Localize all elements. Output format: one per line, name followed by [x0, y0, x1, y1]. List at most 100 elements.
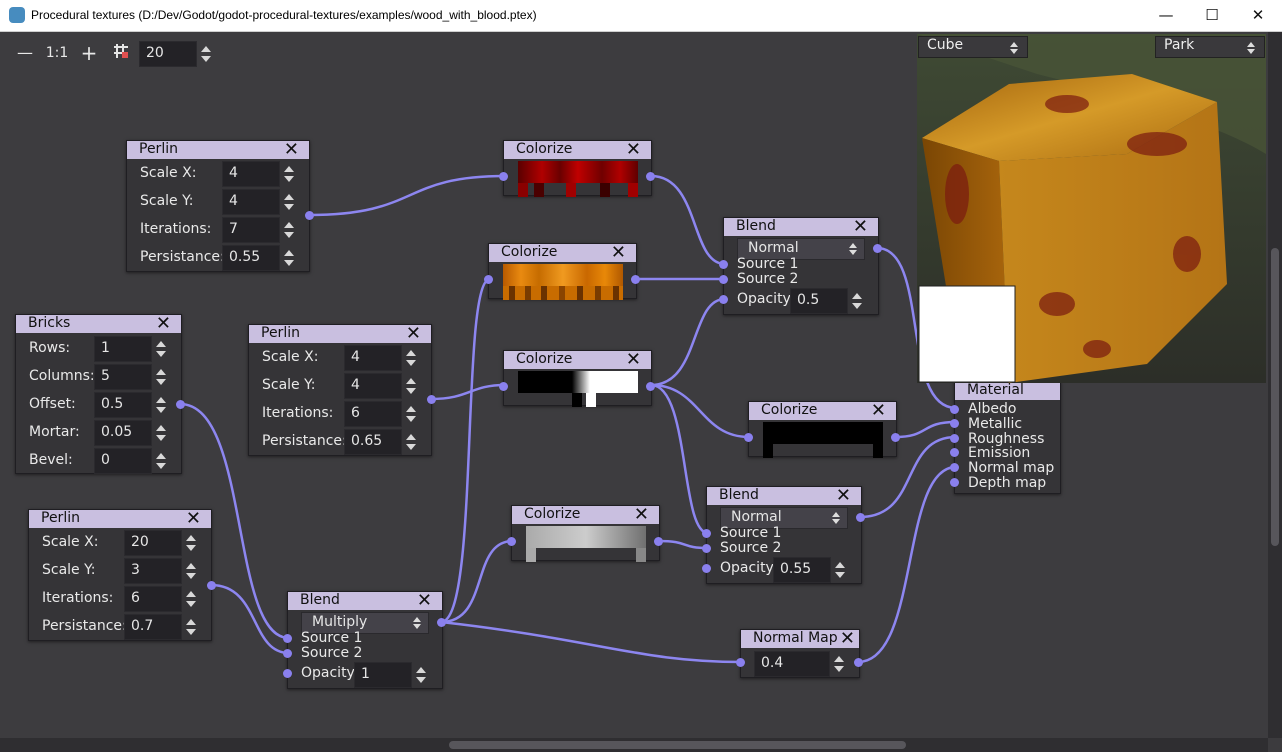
- input-port[interactable]: [719, 260, 728, 269]
- node-header[interactable]: Material: [955, 382, 1060, 400]
- input-port[interactable]: [719, 295, 728, 304]
- input-port[interactable]: [702, 564, 711, 573]
- input-port[interactable]: [744, 433, 753, 442]
- spin-arrows-icon[interactable]: [405, 374, 417, 398]
- node-bricks[interactable]: Bricks ✕ Rows: 1 Columns: 5 Offset: 0.5 M…: [15, 313, 185, 474]
- node-perlin-1[interactable]: Perlin ✕ Scale X: 4 Scale Y: 4 Iterations…: [126, 139, 314, 272]
- input-port[interactable]: [507, 537, 516, 546]
- node-header[interactable]: Bricks ✕: [16, 313, 181, 334]
- node-header[interactable]: Colorize ✕: [504, 139, 651, 160]
- input-port[interactable]: [484, 275, 493, 284]
- persistance-spinbox[interactable]: 0.7: [124, 614, 196, 640]
- output-port[interactable]: [873, 244, 882, 253]
- input-port[interactable]: [283, 649, 292, 658]
- horizontal-scrollbar[interactable]: [0, 738, 1268, 752]
- output-port[interactable]: [176, 400, 185, 409]
- close-node-icon[interactable]: ✕: [853, 216, 868, 237]
- node-colorize-1[interactable]: Colorize ✕: [499, 139, 655, 197]
- node-header[interactable]: Colorize ✕: [749, 400, 896, 421]
- spin-arrows-icon[interactable]: [851, 289, 863, 313]
- output-port[interactable]: [305, 211, 314, 220]
- scale-y-spinbox[interactable]: 3: [124, 558, 196, 584]
- input-port[interactable]: [499, 382, 508, 391]
- node-header[interactable]: Blend ✕: [724, 216, 878, 237]
- output-port[interactable]: [654, 537, 663, 546]
- input-port[interactable]: [702, 544, 711, 553]
- node-colorize-3[interactable]: Colorize ✕: [499, 349, 655, 407]
- spin-arrows-icon[interactable]: [405, 346, 417, 370]
- scale-x-spinbox[interactable]: 4: [222, 161, 294, 187]
- preview-environment-select[interactable]: Park: [1155, 36, 1265, 58]
- spin-arrows-icon[interactable]: [834, 558, 846, 582]
- node-material[interactable]: Material Albedo Metallic Roughness Emiss…: [950, 381, 1061, 494]
- columns-spinbox[interactable]: 5: [94, 364, 166, 390]
- spin-arrows-icon[interactable]: [405, 430, 417, 454]
- persistance-spinbox[interactable]: 0.55: [222, 245, 294, 271]
- output-port[interactable]: [427, 395, 436, 404]
- rows-spinbox[interactable]: 1: [94, 336, 166, 362]
- input-port[interactable]: [499, 172, 508, 181]
- persistance-spinbox[interactable]: 0.65: [344, 429, 416, 455]
- scale-y-spinbox[interactable]: 4: [344, 373, 416, 399]
- zoom-reset-button[interactable]: 1:1: [45, 42, 69, 64]
- close-node-icon[interactable]: ✕: [840, 628, 855, 649]
- iterations-spinbox[interactable]: 6: [344, 401, 416, 427]
- node-header[interactable]: Colorize ✕: [512, 504, 659, 525]
- input-port[interactable]: [283, 669, 292, 678]
- spin-arrows-icon[interactable]: [155, 449, 167, 473]
- close-node-icon[interactable]: ✕: [634, 504, 649, 525]
- node-header[interactable]: Blend ✕: [288, 590, 442, 611]
- input-port[interactable]: [950, 478, 959, 487]
- mortar-spinbox[interactable]: 0.05: [94, 420, 166, 446]
- close-node-icon[interactable]: ✕: [626, 349, 641, 370]
- snap-distance-spinbox[interactable]: 20: [139, 41, 211, 67]
- input-port[interactable]: [950, 448, 959, 457]
- node-header[interactable]: Perlin ✕: [127, 139, 309, 160]
- spin-arrows-icon[interactable]: [283, 218, 295, 242]
- output-port[interactable]: [854, 658, 863, 667]
- zoom-in-button[interactable]: +: [77, 42, 101, 64]
- node-colorize-2[interactable]: Colorize ✕: [484, 242, 640, 300]
- scale-x-spinbox[interactable]: 20: [124, 530, 196, 556]
- horizontal-scroll-thumb[interactable]: [449, 741, 906, 749]
- spin-arrows-icon[interactable]: [185, 559, 197, 583]
- snap-grid-icon[interactable]: [109, 42, 133, 64]
- node-blend-2[interactable]: Blend ✕ Normal Source 1 Source 2 Opacity …: [702, 485, 865, 584]
- node-perlin-2[interactable]: Perlin ✕ Scale X: 4 Scale Y: 4 Iterations…: [248, 323, 436, 456]
- close-node-icon[interactable]: ✕: [156, 313, 171, 334]
- zoom-out-button[interactable]: —: [13, 42, 37, 64]
- spin-arrows-icon[interactable]: [185, 615, 197, 639]
- spin-arrows-icon[interactable]: [833, 652, 845, 676]
- spin-arrows-icon[interactable]: [155, 421, 167, 445]
- node-blend-1[interactable]: Blend ✕ Normal Source 1 Source 2 Opacity …: [719, 216, 882, 315]
- output-port[interactable]: [646, 172, 655, 181]
- node-header[interactable]: Colorize ✕: [504, 349, 651, 370]
- output-port[interactable]: [891, 433, 900, 442]
- spin-arrows-icon[interactable]: [155, 365, 167, 389]
- close-node-icon[interactable]: ✕: [871, 400, 886, 421]
- spin-arrows-icon[interactable]: [415, 663, 427, 687]
- spin-arrows-icon[interactable]: [155, 337, 167, 361]
- input-port[interactable]: [950, 405, 959, 414]
- scale-y-spinbox[interactable]: 4: [222, 189, 294, 215]
- opacity-spinbox[interactable]: 0.5: [790, 288, 862, 314]
- spin-arrows-icon[interactable]: [405, 402, 417, 426]
- normal-strength-spinbox[interactable]: 0.4: [754, 651, 844, 677]
- spin-arrows-icon[interactable]: [283, 246, 295, 270]
- opacity-spinbox[interactable]: 0.55: [773, 557, 845, 583]
- bevel-spinbox[interactable]: 0: [94, 448, 166, 474]
- input-port[interactable]: [283, 634, 292, 643]
- spin-arrows-icon[interactable]: [283, 190, 295, 214]
- close-node-icon[interactable]: ✕: [406, 323, 421, 344]
- input-port[interactable]: [950, 419, 959, 428]
- input-port[interactable]: [950, 463, 959, 472]
- close-node-icon[interactable]: ✕: [611, 242, 626, 263]
- input-port[interactable]: [719, 275, 728, 284]
- node-colorize-4[interactable]: Colorize ✕: [507, 504, 663, 562]
- spin-arrows-icon[interactable]: [155, 393, 167, 417]
- spin-arrows-icon[interactable]: [185, 531, 197, 555]
- node-header[interactable]: Blend ✕: [707, 485, 861, 506]
- close-node-icon[interactable]: ✕: [284, 139, 299, 160]
- node-colorize-5[interactable]: Colorize ✕: [744, 400, 900, 458]
- iterations-spinbox[interactable]: 7: [222, 217, 294, 243]
